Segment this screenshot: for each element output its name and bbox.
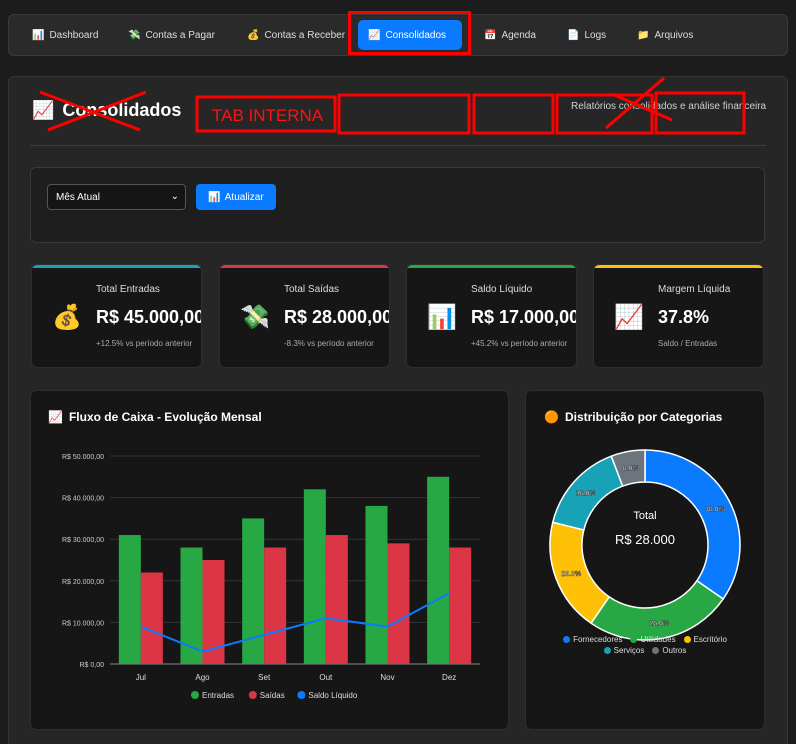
bar-entradas <box>118 535 141 664</box>
x-tick-label: Jul <box>136 673 146 682</box>
kpi-label: Total Entradas <box>96 284 160 295</box>
period-select-value: Mês Atual <box>56 191 100 203</box>
legend-label: Serviços <box>613 646 645 655</box>
y-tick-label: R$ 10.000,00 <box>62 620 104 627</box>
legend-marker <box>652 647 660 654</box>
legend-item: Fornecedores <box>563 635 622 644</box>
trend-up-icon: 📈 <box>48 410 63 424</box>
legend-label: Saídas <box>260 691 285 700</box>
bar-saídas <box>387 543 410 664</box>
donut-center: Total R$ 28.000 <box>590 510 700 547</box>
kpi-accent-bar <box>594 265 763 268</box>
distribution-title: 🟠 Distribuição por Categorias <box>544 410 722 424</box>
legend-label: Fornecedores <box>573 635 623 644</box>
legend-marker <box>630 636 638 643</box>
kpi-note: +12.5% vs período anterior <box>96 339 193 348</box>
kpi-label: Total Saídas <box>284 284 340 295</box>
bar-entradas <box>427 476 450 664</box>
legend-marker <box>603 647 611 654</box>
bar-saídas <box>264 547 287 664</box>
distribution-legend: Fornecedores Utilidades Escritório Serviços… <box>540 635 750 655</box>
kpi-value: R$ 28.000,00 <box>284 307 390 327</box>
cashflow-title: 📈 Fluxo de Caixa - Evolução Mensal <box>48 410 262 424</box>
update-button-label: Atualizar <box>224 191 264 203</box>
legend-item: Serviços <box>603 646 645 655</box>
kpi-note: +45.2% vs período anterior <box>471 339 568 348</box>
annotation-box <box>337 93 471 135</box>
legend-item: Outros <box>652 646 686 655</box>
distribution-title-text: Distribuição por Categorias <box>564 410 723 424</box>
legend-marker <box>563 636 571 643</box>
bar-saídas <box>140 572 163 664</box>
trend-up-icon: 📈 <box>614 304 644 331</box>
slice-label: 36.0% <box>705 506 726 513</box>
money-wings-icon: 💸 <box>240 304 270 331</box>
legend-label: Escritório <box>693 635 727 644</box>
kpi-value: R$ 45.000,00 <box>96 307 202 327</box>
legend-marker <box>248 691 257 699</box>
bar-saídas <box>325 535 348 664</box>
donut-slice-utilidades <box>589 579 725 641</box>
kpi-value: 37.8% <box>658 307 710 327</box>
legend-label: Utilidades <box>640 635 676 644</box>
y-tick-label: R$ 50.000,00 <box>62 454 104 461</box>
donut-center-label: Total <box>633 510 657 522</box>
update-button[interactable]: 📊 Atualizar <box>196 184 276 210</box>
y-tick-label: R$ 20.000,00 <box>62 579 104 586</box>
distribution-chart: 36.0% 26.0% 20.0% 16.0% 6.0% <box>549 449 741 641</box>
annotation-overlay <box>39 76 746 135</box>
money-bag-icon: 💰 <box>52 304 82 331</box>
legend-marker <box>297 691 306 699</box>
cashflow-chart: R$ 0,00 R$ 10.000,00 R$ 20.000,00 R$ 30.000… <box>62 454 480 700</box>
slice-label: 16.0% <box>576 491 597 498</box>
bar-saídas <box>449 547 472 664</box>
annotation-box <box>654 91 746 135</box>
y-tick-label: R$ 30.000,00 <box>62 537 104 544</box>
kpi-note: -8.3% vs período anterior <box>284 339 374 348</box>
legend-item: Escritório <box>683 635 727 644</box>
kpi-accent-bar <box>407 265 576 268</box>
kpi-accent-bar <box>32 265 201 268</box>
divider <box>30 145 766 146</box>
x-tick-label: Set <box>258 673 271 682</box>
kpi-label: Margem Líquida <box>658 284 731 295</box>
donut-center-value: R$ 28.000 <box>615 532 675 547</box>
chart-icon: 📊 <box>427 304 457 331</box>
orange-circle-icon: 🟠 <box>544 410 559 424</box>
kpi-accent-bar <box>220 265 389 268</box>
kpi-saldo-liquido: 📊 Saldo Líquido R$ 17.000,00 +45.2% vs p… <box>406 264 577 368</box>
kpi-total-saidas: 💸 Total Saídas R$ 28.000,00 -8.3% vs per… <box>219 264 390 368</box>
y-tick-label: R$ 40.000,00 <box>62 496 104 503</box>
chevron-down-icon: ⌄ <box>170 191 179 202</box>
period-select[interactable]: Mês Atual ⌄ <box>47 184 186 210</box>
x-tick-label: Ago <box>195 673 210 682</box>
x-tick-label: Nov <box>380 673 394 682</box>
annotation-strike <box>47 90 147 132</box>
kpi-label: Saldo Líquido <box>471 284 533 295</box>
kpi-total-entradas: 💰 Total Entradas R$ 45.000,00 +12.5% vs … <box>31 264 202 368</box>
kpi-value: R$ 17.000,00 <box>471 307 577 327</box>
bar-entradas <box>303 489 326 664</box>
annotation-text: TAB INTERNA <box>212 106 324 125</box>
x-tick-label: Out <box>319 673 333 682</box>
legend-marker <box>683 636 691 643</box>
legend-label: Outros <box>662 646 687 655</box>
legend-label: Entradas <box>202 691 234 700</box>
bar-entradas <box>242 518 265 664</box>
y-tick-label: R$ 0,00 <box>79 662 104 669</box>
cashflow-title-text: Fluxo de Caixa - Evolução Mensal <box>68 410 262 424</box>
slice-label: 6.0% <box>623 465 640 472</box>
kpi-note: Saldo / Entradas <box>658 339 718 348</box>
annotation-strike <box>39 90 141 132</box>
legend-label: Saldo Líquido <box>308 691 357 700</box>
slice-label: 26.0% <box>649 621 670 628</box>
legend-item: Utilidades <box>630 635 676 644</box>
chart-icon: 📊 <box>208 191 221 203</box>
kpi-margem-liquida: 📈 Margem Líquida 37.8% Saldo / Entradas <box>593 264 764 368</box>
slice-label: 20.0% <box>561 571 582 578</box>
legend-marker <box>191 691 199 699</box>
x-tick-label: Dez <box>442 673 456 682</box>
bar-entradas <box>365 505 388 664</box>
annotation-box <box>472 93 555 135</box>
